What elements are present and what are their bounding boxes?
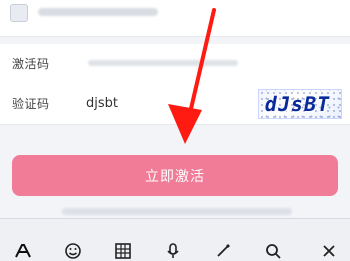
activation-code-value: •••••••••••••••••••••• bbox=[88, 60, 238, 66]
activation-screen: •••••••••••••••• 激活码 •••••••••••••••••••… bbox=[0, 0, 350, 261]
captcha-text: dJsBT bbox=[262, 92, 333, 116]
blurred-email: •••••••••••••••• bbox=[38, 8, 158, 16]
keyboard-toolbar bbox=[0, 218, 350, 261]
search-icon[interactable] bbox=[260, 241, 286, 261]
verify-code-input[interactable] bbox=[86, 94, 226, 112]
activate-now-button[interactable]: 立即激活 bbox=[12, 155, 338, 196]
activation-code-row: 激活码 •••••••••••••••••••••• bbox=[0, 44, 350, 85]
grid-icon[interactable] bbox=[110, 241, 136, 261]
activation-code-label: 激活码 bbox=[12, 57, 50, 71]
handwrite-icon[interactable] bbox=[210, 241, 236, 261]
captcha-image[interactable]: dJsBT bbox=[258, 89, 342, 119]
account-row: •••••••••••••••• bbox=[0, 0, 350, 37]
keyboard-switch-icon[interactable] bbox=[10, 241, 36, 261]
mic-icon[interactable] bbox=[160, 241, 186, 261]
verify-code-row: 验证码 dJsBT bbox=[0, 84, 350, 125]
emoji-icon[interactable] bbox=[60, 241, 86, 261]
close-icon[interactable] bbox=[316, 241, 342, 261]
verify-code-label: 验证码 bbox=[12, 97, 50, 111]
account-avatar-icon bbox=[10, 4, 28, 22]
hint-text: ••••••••••••••••••••••••••••••••••• bbox=[62, 208, 292, 215]
